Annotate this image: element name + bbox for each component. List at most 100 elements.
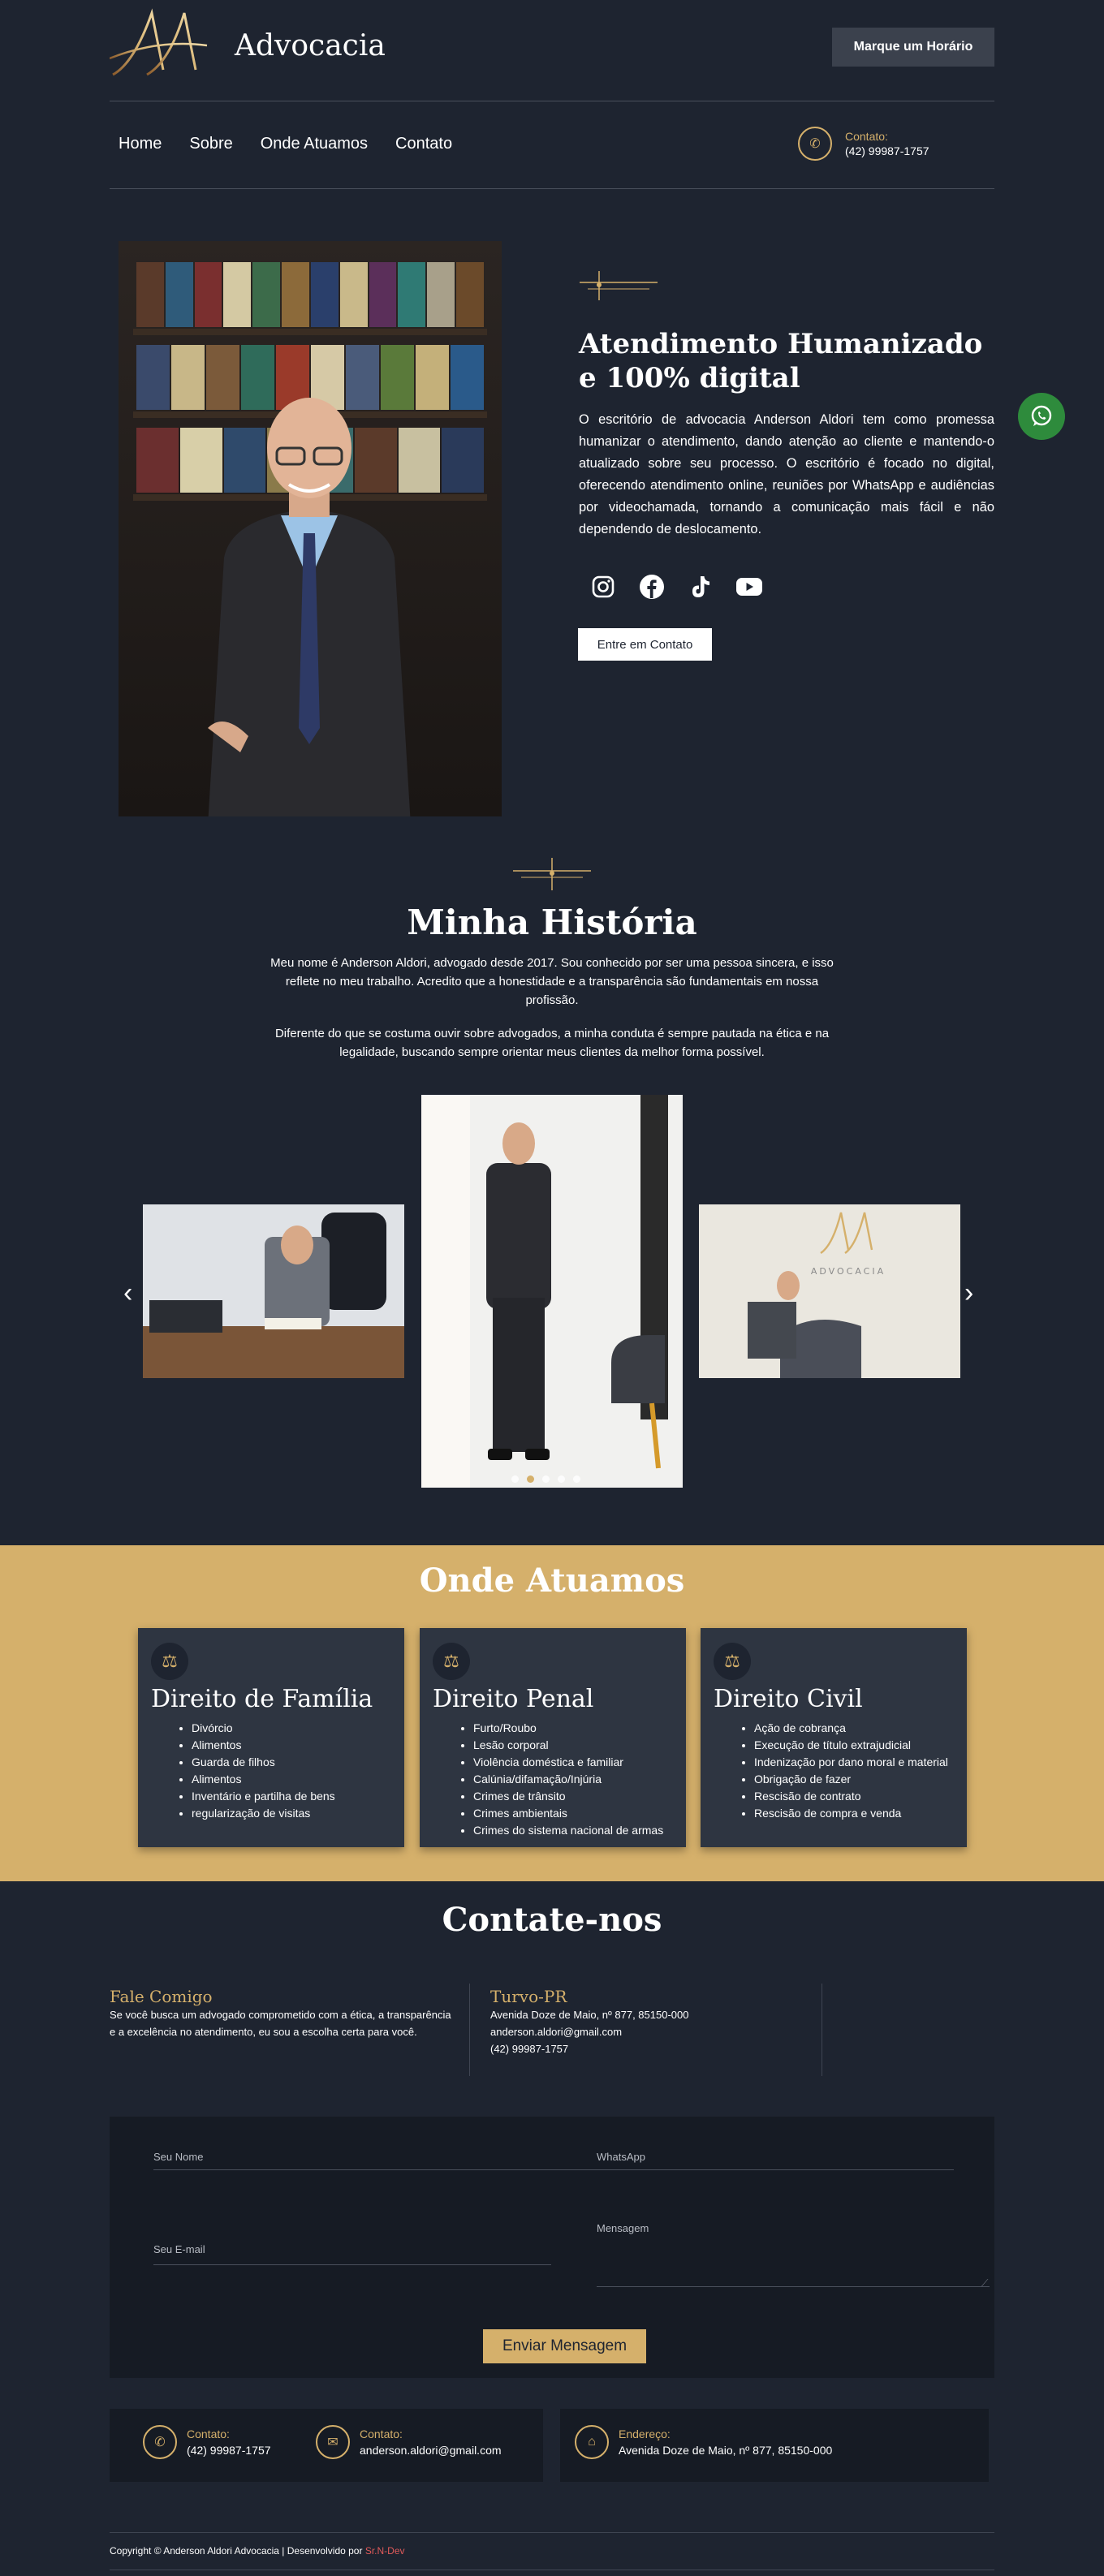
- header-contact-phone: (42) 99987-1757: [845, 144, 929, 157]
- copyright-text: Copyright © Anderson Aldori Advocacia | …: [110, 2545, 365, 2557]
- list-item: Ação de cobrança: [754, 1720, 954, 1737]
- youtube-icon[interactable]: [735, 573, 763, 601]
- info-value: Avenida Doze de Maio, nº 877, 85150-000: [619, 2444, 833, 2457]
- contact-cta-button[interactable]: Entre em Contato: [578, 628, 712, 661]
- practice-card-penal: ⚖ Direito Penal Furto/Roubo Lesão corpor…: [420, 1628, 686, 1847]
- hero-title: Atendimento Humanizado e 100% digital: [579, 328, 983, 394]
- carousel-dot[interactable]: [558, 1475, 565, 1483]
- home-icon: ⌂: [575, 2425, 609, 2459]
- nav-contato[interactable]: Contato: [395, 135, 452, 153]
- history-paragraph-1: Meu nome é Anderson Aldori, advogado des…: [270, 956, 834, 1007]
- nav-sobre[interactable]: Sobre: [189, 135, 232, 153]
- scales-icon: ⚖: [151, 1643, 188, 1680]
- send-message-button[interactable]: Enviar Mensagem: [483, 2329, 646, 2363]
- info-value: anderson.aldori@gmail.com: [360, 2444, 502, 2457]
- book-appointment-button[interactable]: Marque um Horário: [832, 28, 994, 67]
- info-address[interactable]: ⌂ Endereço: Avenida Doze de Maio, nº 877,…: [575, 2425, 832, 2459]
- info-label: Contato:: [360, 2427, 403, 2440]
- list-item: Rescisão de contrato: [754, 1788, 954, 1805]
- logo-mark: [110, 8, 208, 76]
- contact-col-address: Turvo-PR Avenida Doze de Maio, nº 877, 8…: [490, 1987, 807, 2057]
- list-item: Violência doméstica e familiar: [473, 1754, 673, 1771]
- card-title: Direito de Família: [151, 1685, 373, 1713]
- list-item: Execução de título extrajudicial: [754, 1737, 954, 1754]
- contact-col-text: Se você busca um advogado comprometido c…: [110, 2009, 451, 2038]
- phone-icon: ✆: [143, 2425, 177, 2459]
- list-item: Furto/Roubo: [473, 1720, 673, 1737]
- tiktok-icon[interactable]: [687, 573, 714, 601]
- list-item: Calúnia/difamação/Injúria: [473, 1771, 673, 1788]
- info-email[interactable]: ✉ Contato: anderson.aldori@gmail.com: [316, 2425, 502, 2459]
- developer-link[interactable]: Sr.N-Dev: [365, 2545, 405, 2557]
- practice-card-civil: ⚖ Direito Civil Ação de cobrança Execuçã…: [701, 1628, 967, 1847]
- email-field[interactable]: Seu E-mail: [153, 2243, 652, 2262]
- info-phone[interactable]: ✆ Contato: (42) 99987-1757: [143, 2425, 271, 2459]
- info-value: (42) 99987-1757: [187, 2444, 271, 2457]
- resize-handle-icon[interactable]: ⟋: [981, 2277, 988, 2290]
- header-contact[interactable]: ✆ Contato: (42) 99987-1757: [798, 127, 929, 161]
- list-item: Alimentos: [192, 1771, 391, 1788]
- card-title: Direito Civil: [714, 1685, 863, 1713]
- whatsapp-field[interactable]: WhatsApp: [597, 2151, 954, 2170]
- nav-home[interactable]: Home: [119, 135, 162, 153]
- envelope-icon: ✉: [316, 2425, 350, 2459]
- nav-onde-atuamos[interactable]: Onde Atuamos: [261, 135, 368, 153]
- facebook-icon[interactable]: [638, 573, 666, 601]
- instagram-icon[interactable]: [589, 573, 617, 601]
- carousel-prev-button[interactable]: ‹: [123, 1277, 132, 1309]
- social-links: [589, 573, 763, 601]
- ornament-icon: [580, 271, 658, 300]
- contact-title: Contate-nos: [442, 1901, 662, 1939]
- brand-name: Advocacia: [235, 28, 386, 62]
- list-item: Guarda de filhos: [192, 1754, 391, 1771]
- carousel-dot-active[interactable]: [527, 1475, 534, 1483]
- carousel-slide-standing[interactable]: [421, 1095, 683, 1488]
- info-label: Contato:: [187, 2427, 230, 2440]
- email-line: anderson.aldori@gmail.com: [490, 2026, 623, 2038]
- logo[interactable]: Advocacia: [110, 6, 386, 80]
- whatsapp-icon: [1031, 405, 1052, 426]
- list-item: Crimes do sistema nacional de armas: [473, 1822, 673, 1839]
- phone-line: (42) 99987-1757: [490, 2043, 569, 2055]
- list-item: Obrigação de fazer: [754, 1771, 954, 1788]
- main-nav: Home Sobre Onde Atuamos Contato: [119, 135, 452, 153]
- ornament-icon: [513, 858, 591, 890]
- carousel-slide-office[interactable]: ADVOCACIA: [699, 1204, 960, 1378]
- carousel-dot[interactable]: [542, 1475, 550, 1483]
- header-divider-bottom: [110, 188, 994, 189]
- list-item: Alimentos: [192, 1737, 391, 1754]
- message-field[interactable]: Mensagem: [597, 2222, 990, 2287]
- carousel-next-button[interactable]: ›: [964, 1277, 973, 1309]
- scales-icon: ⚖: [714, 1643, 751, 1680]
- contact-col-talk: Fale Comigo Se você busca um advogado co…: [110, 1987, 459, 2040]
- lawyer-standing-photo: [421, 1095, 683, 1488]
- carousel-dot[interactable]: [511, 1475, 519, 1483]
- lawyer-office-photo: ADVOCACIA: [699, 1204, 960, 1378]
- history-paragraph-2: Diferente do que se costuma ouvir sobre …: [274, 1027, 830, 1059]
- list-item: Inventário e partilha de bens: [192, 1788, 391, 1805]
- address-line: Avenida Doze de Maio, nº 877, 85150-000: [490, 2009, 689, 2021]
- carousel-dots: [511, 1475, 580, 1483]
- email-underline: [153, 2264, 551, 2265]
- list-item: Crimes de trânsito: [473, 1788, 673, 1805]
- hero-text: O escritório de advocacia Anderson Aldor…: [579, 412, 994, 536]
- contact-col-title: Fale Comigo: [110, 1987, 213, 2006]
- carousel-slide-desk[interactable]: [143, 1204, 404, 1378]
- contact-divider: [469, 1984, 470, 2076]
- phone-icon: ✆: [798, 127, 832, 161]
- scales-icon: ⚖: [433, 1643, 470, 1680]
- slide-logo-text: ADVOCACIA: [811, 1266, 886, 1277]
- hero-photo: [119, 241, 502, 816]
- list-item: regularização de visitas: [192, 1805, 391, 1822]
- site-header: Advocacia Marque um Horário: [110, 0, 994, 101]
- history-title: Minha História: [407, 902, 697, 942]
- carousel-dot[interactable]: [573, 1475, 580, 1483]
- name-field[interactable]: Seu Nome: [153, 2151, 652, 2170]
- list-item: Lesão corporal: [473, 1737, 673, 1754]
- list-item: Divórcio: [192, 1720, 391, 1737]
- whatsapp-float-button[interactable]: [1018, 393, 1065, 440]
- header-contact-label: Contato:: [845, 130, 888, 143]
- card-title: Direito Penal: [433, 1685, 594, 1713]
- info-label: Endereço:: [619, 2427, 671, 2440]
- list-item: Crimes ambientais: [473, 1805, 673, 1822]
